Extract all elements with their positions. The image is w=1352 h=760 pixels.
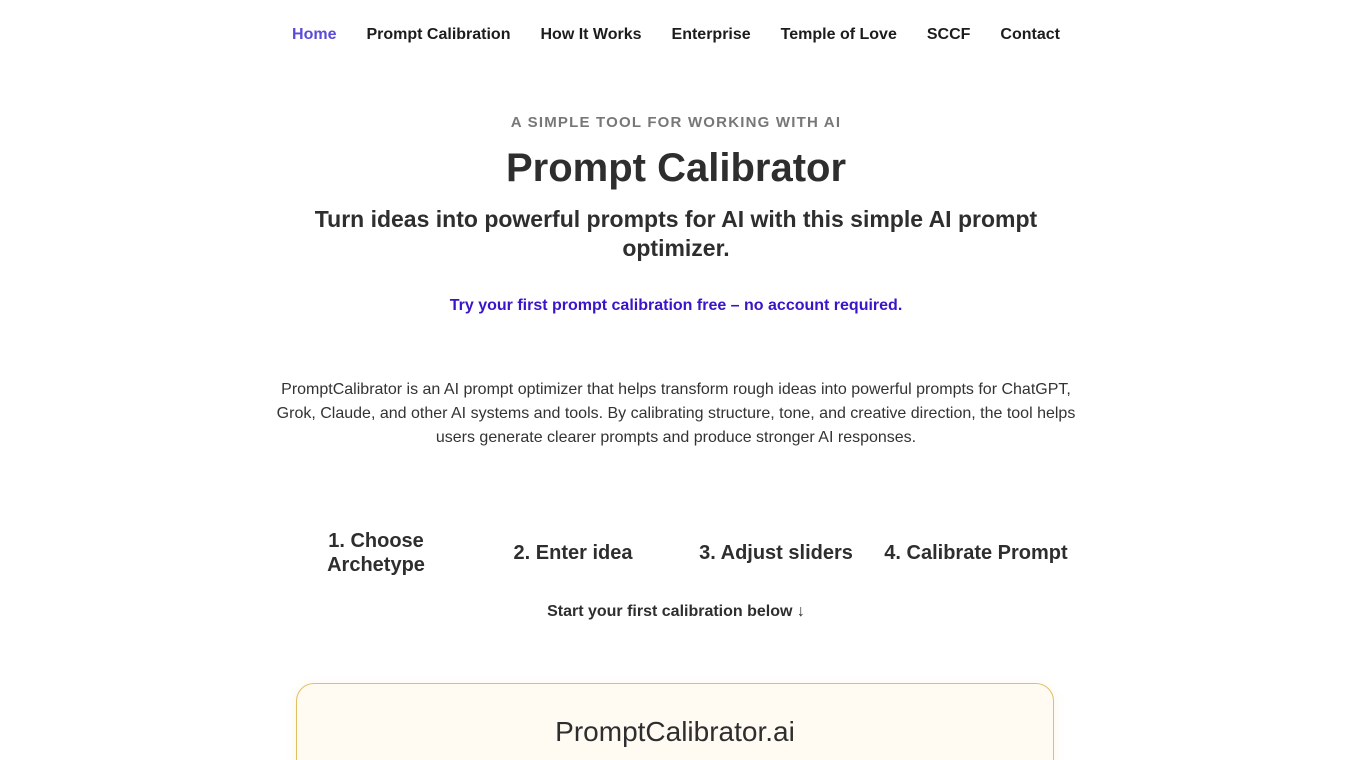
nav-item-temple-of-love[interactable]: Temple of Love (781, 24, 897, 46)
nav-item-home[interactable]: Home (292, 24, 336, 46)
start-calibration-cue: Start your first calibration below ↓ (547, 603, 805, 620)
calibrator-card: PromptCalibrator.ai (296, 683, 1054, 760)
free-trial-container: Try your first prompt calibration free –… (0, 297, 1352, 315)
hero-subtitle: Turn ideas into powerful prompts for AI … (314, 206, 1038, 261)
description-container: PromptCalibrator is an AI prompt optimiz… (0, 378, 1352, 450)
nav-item-enterprise[interactable]: Enterprise (672, 24, 751, 46)
step-enter-idea: 2. Enter idea (513, 542, 633, 564)
product-description: PromptCalibrator is an AI prompt optimiz… (276, 381, 1076, 446)
step-adjust-sliders: 3. Adjust sliders (699, 542, 853, 564)
hero-subtitle-container: Turn ideas into powerful prompts for AI … (0, 205, 1352, 263)
step-choose-archetype: 1. Choose Archetype (327, 530, 425, 576)
hero-kicker: A SIMPLE TOOL FOR WORKING WITH AI (510, 114, 842, 131)
nav-item-contact[interactable]: Contact (1000, 24, 1060, 46)
page-title: Prompt Calibrator (505, 146, 847, 190)
nav-item-sccf[interactable]: SCCF (927, 24, 971, 46)
free-trial-link[interactable]: Try your first prompt calibration free –… (450, 297, 903, 314)
nav-item-prompt-calibration[interactable]: Prompt Calibration (366, 24, 510, 46)
steps-row: 1. Choose Archetype 2. Enter idea 3. Adj… (0, 527, 1352, 579)
page: Home Prompt Calibration How It Works Ent… (0, 0, 1352, 760)
calibrator-card-title: PromptCalibrator.ai (555, 716, 795, 747)
step-calibrate-prompt: 4. Calibrate Prompt (884, 542, 1068, 564)
nav-item-how-it-works[interactable]: How It Works (540, 24, 641, 46)
top-navigation: Home Prompt Calibration How It Works Ent… (0, 24, 1352, 46)
